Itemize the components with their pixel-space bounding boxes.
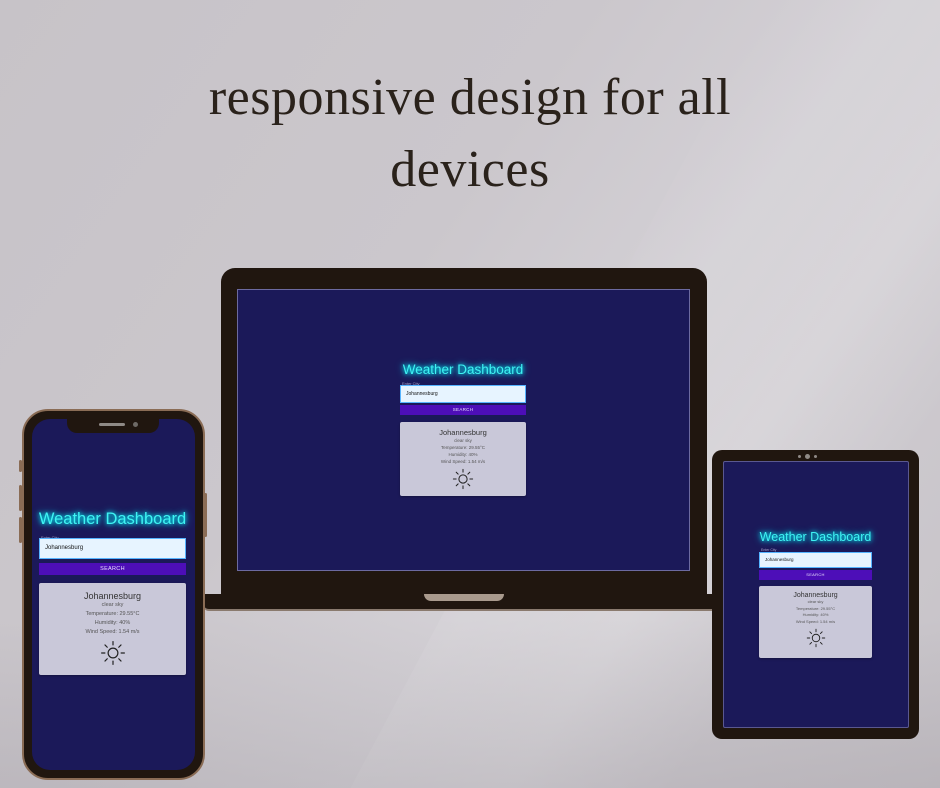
dashboard-title: Weather Dashboard [759,530,872,544]
search-button[interactable]: SEARCH [39,563,186,575]
weather-wind-speed: Wind Speed: 1.54 m/s [440,459,486,464]
search-input[interactable]: Johannesburg [39,538,186,559]
sun-icon [452,468,474,490]
phone-notch [67,419,159,433]
phone-speaker [99,423,125,426]
weather-card: Johannesburg clear sky Temperature: 29.5… [39,583,186,675]
weather-city: Johannesburg [439,428,487,437]
weather-card: Johannesburg clear sky Temperature: 29.5… [400,422,526,496]
headline-line-2: devices [390,141,550,198]
weather-city: Johannesburg [83,591,142,601]
weather-humidity: Humidity: 40% [94,620,131,626]
weather-wind-speed: Wind Speed: 1.54 m/s [85,629,140,635]
search-button[interactable]: SEARCH [759,570,872,580]
weather-city: Johannesburg [793,592,838,599]
search-button[interactable]: SEARCH [400,405,526,415]
weather-wind-speed: Wind Speed: 1.54 m/s [795,618,836,624]
sun-icon [100,641,125,665]
headline-line-1: responsive design for all [208,69,732,126]
dashboard-title: Weather Dashboard [402,362,524,377]
tablet-camera [805,454,810,459]
tablet-sensor [814,455,817,458]
laptop-trackpad-notch [424,594,504,601]
weather-card: Johannesburg clear sky Temperature: 29.5… [759,586,872,658]
search-input[interactable]: Johannesburg [400,385,526,403]
search-input[interactable]: Johannesburg [759,552,872,568]
tablet-sensor [798,455,801,458]
phone-camera [133,422,138,427]
headline: responsive design for all devices [0,62,940,206]
dashboard-title: Weather Dashboard [38,510,187,528]
weather-temperature: Temperature: 29.55°C [440,445,486,450]
weather-temperature: Temperature: 29.55°C [85,611,140,617]
sun-icon [806,628,825,648]
weather-description: clear sky [101,602,124,608]
weather-humidity: Humidity: 40% [448,452,478,457]
tablet-screen: Weather Dashboard Enter City Johannesbur… [723,461,909,728]
weather-description: clear sky [454,438,472,443]
laptop-screen: Weather Dashboard Enter City Johannesbur… [237,289,690,571]
phone-screen: Weather Dashboard Enter City Johannesbur… [32,419,195,770]
